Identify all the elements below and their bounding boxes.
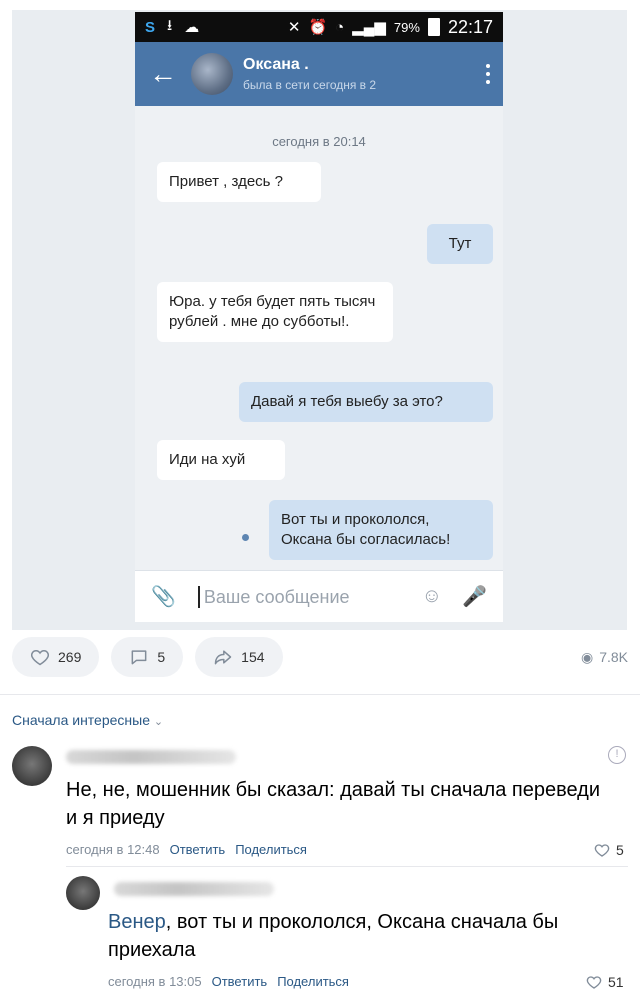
share-button[interactable]: 154 [195,637,283,677]
cloud-icon: ☁ [184,19,200,36]
heart-icon [594,844,610,857]
message-input[interactable]: Ваше сообщение [197,585,402,608]
view-counter: ◉ 7.8K [581,649,628,666]
avatar[interactable] [12,746,52,786]
comment-icon [131,650,147,665]
date-separator: сегодня в 20:14 [272,134,366,149]
comment-time: сегодня в 13:05 [108,974,202,989]
heart-icon [586,976,602,989]
share-link[interactable]: Поделиться [277,974,349,989]
message-composer: 📎 Ваше сообщение ☺ 🎤 [135,570,503,622]
comment-meta: сегодня в 12:48 Ответить Поделиться [66,842,307,857]
comment-body: , вот ты и прокололся, Оксана сначала бы… [108,911,559,961]
message-incoming: Привет , здесь ? [157,162,321,202]
comment-meta: сегодня в 13:05 Ответить Поделиться [108,974,349,989]
download-icon: ⭳ [167,16,173,34]
paperclip-icon[interactable]: 📎 [151,584,176,609]
contact-info[interactable]: Оксана . была в сети сегодня в 2 [243,56,376,92]
post-image[interactable]: S ⭳ ☁ ✕ ⏰ ◔ ▂▄▆ 79% 22:17 ← Оксана . был… [12,10,627,630]
comments-sort-dropdown[interactable]: Сначала интересные ⌄ [12,712,163,728]
message-outgoing: Давай я тебя выебу за это? [239,382,493,422]
eye-icon: ◉ [580,648,594,665]
skype-icon: S [145,18,156,36]
mute-icon: ✕ [287,19,301,36]
message-incoming: Юра. у тебя будет пять тысяч рублей . мн… [157,282,393,342]
share-icon [214,650,232,665]
comment-author-hidden [66,750,236,764]
smile-icon[interactable]: ☺ [422,585,442,608]
chevron-down-icon: ⌄ [153,716,164,728]
wifi-icon: ◔ [335,18,345,36]
share-link[interactable]: Поделиться [235,842,307,857]
unread-indicator [242,534,249,541]
heart-icon [30,649,50,666]
comment-like-count: 5 [616,842,624,858]
comment-button[interactable]: 5 [111,637,184,677]
comment-author-hidden [114,882,274,896]
microphone-icon[interactable]: 🎤 [462,584,487,609]
message-outgoing: Вот ты и прокололся, Оксана бы согласила… [269,500,493,560]
avatar[interactable] [66,876,100,910]
reply-link[interactable]: Ответить [170,842,226,857]
status-bar: S ⭳ ☁ ✕ ⏰ ◔ ▂▄▆ 79% 22:17 [135,12,503,42]
reply-link[interactable]: Ответить [212,974,268,989]
message-outgoing: Тут [427,224,493,264]
comment-like-count: 51 [608,974,624,990]
comment-like-button[interactable]: 5 [594,842,624,858]
comment-count: 5 [157,649,166,665]
status-time: 22:17 [447,16,493,37]
section-divider [0,694,640,695]
comment-like-button[interactable]: 51 [586,974,624,990]
sort-label: Сначала интересные [12,712,150,728]
contact-name: Оксана . [243,56,309,73]
message-incoming: Иди на хуй [157,440,285,480]
view-count: 7.8K [599,649,628,665]
chat-header: ← Оксана . была в сети сегодня в 2 [135,42,503,106]
battery-icon [427,18,440,36]
info-icon[interactable]: ! [608,746,626,764]
battery-percent: 79% [393,19,420,35]
comment-time: сегодня в 12:48 [66,842,160,857]
contact-avatar[interactable] [191,53,233,95]
contact-status: была в сети сегодня в 2 [243,78,377,92]
back-arrow-icon[interactable]: ← [135,42,191,106]
share-count: 154 [241,649,265,665]
reply-mention[interactable]: Венер [108,911,166,933]
post-actions: 269 5 154 ◉ 7.8K [12,636,628,678]
like-button[interactable]: 269 [12,637,100,677]
alarm-icon: ⏰ [308,19,328,36]
phone-screenshot: S ⭳ ☁ ✕ ⏰ ◔ ▂▄▆ 79% 22:17 ← Оксана . был… [135,12,503,622]
comment-text: Не, не, мошенник бы сказал: давай ты сна… [66,779,601,829]
more-vertical-icon[interactable] [473,42,503,106]
signal-icon: ▂▄▆ [352,19,386,36]
like-count: 269 [58,649,82,665]
comment-text: Венер, вот ты и прокололся, Оксана снача… [108,908,628,964]
comment-divider [66,866,628,867]
